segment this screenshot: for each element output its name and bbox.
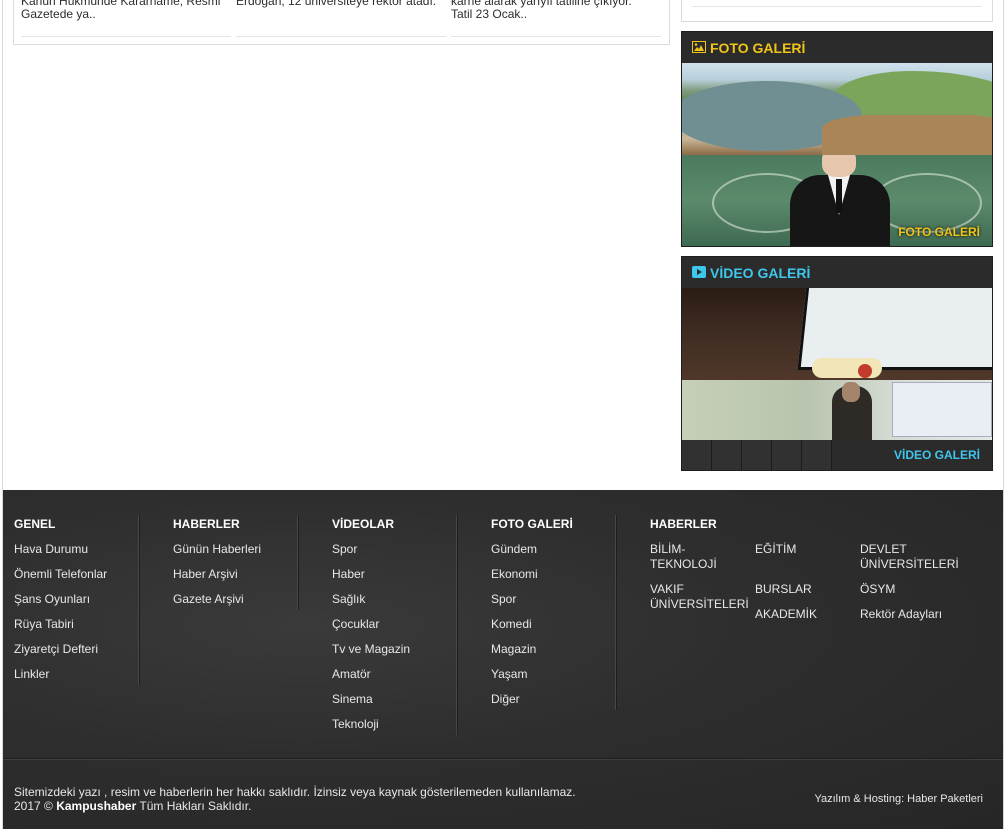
footer-category-link[interactable]: EĞİTİM (755, 542, 855, 557)
footer-link[interactable]: Günün Haberleri (173, 542, 261, 567)
news-excerpt[interactable]: Erdoğan, 12 üniversiteye rektör atadı. (236, 0, 441, 8)
footer-link[interactable]: Magazin (491, 642, 538, 667)
footer-category-link[interactable]: BİLİM-TEKNOLOJİ (650, 542, 750, 572)
video-gallery-header[interactable]: VİDEO GALERİ (682, 257, 992, 288)
image-icon (692, 40, 706, 56)
video-gallery: VİDEO GALERİ VİDEO GALERİ (681, 256, 993, 471)
video-slide-lecturer[interactable] (682, 380, 992, 440)
footer-link[interactable]: Teknoloji (332, 717, 410, 742)
play-icon (692, 265, 706, 281)
footer-divider (615, 515, 616, 710)
video-thumbnail[interactable] (712, 440, 742, 470)
photo-gallery-caption[interactable]: FOTO GALERİ (898, 225, 980, 239)
footer-column-title: HABERLER (650, 517, 717, 531)
footer-link[interactable]: Sinema (332, 692, 410, 717)
photo-slide-landscape[interactable] (682, 63, 992, 155)
footer-link[interactable]: Hava Durumu (14, 542, 107, 567)
news-item[interactable]: Kanun Hükmünde Kararname, Resmi Gazetede… (21, 0, 231, 37)
footer-link[interactable]: Spor (491, 592, 538, 617)
footer-column-title: HABERLER (173, 517, 240, 531)
footer-link[interactable]: Sağlık (332, 592, 410, 617)
footer-link[interactable]: Linkler (14, 667, 107, 692)
copyright-notice: Sitemizdeki yazı , resim ve haberlerin h… (14, 785, 576, 813)
footer-link[interactable]: Çocuklar (332, 617, 410, 642)
footer-link[interactable]: Şans Oyunları (14, 592, 107, 617)
footer-link[interactable]: Haber Arşivi (173, 567, 261, 592)
footer-category-link[interactable]: BURSLAR (755, 582, 855, 597)
video-thumbnail[interactable] (682, 440, 712, 470)
video-thumbnail[interactable] (772, 440, 802, 470)
footer-link[interactable]: Haber (332, 567, 410, 592)
news-excerpt[interactable]: karne alarak yarıyıl tatiline çıkıyor. T… (451, 0, 656, 21)
footer-link[interactable]: Gazete Arşivi (173, 592, 261, 617)
footer-divider (297, 515, 298, 610)
sidebar-box (681, 0, 993, 22)
news-strip: Kanun Hükmünde Kararname, Resmi Gazetede… (13, 0, 670, 45)
photo-gallery-header[interactable]: FOTO GALERİ (682, 32, 992, 63)
footer-column-title: VİDEOLAR (332, 517, 395, 531)
footer-divider (456, 515, 457, 735)
footer-link[interactable]: Spor (332, 542, 410, 567)
footer-link[interactable]: Tv ve Magazin (332, 642, 410, 667)
footer-link[interactable]: Diğer (491, 692, 538, 717)
footer-divider (138, 515, 139, 685)
footer-bottom-divider (3, 758, 1003, 759)
copyright-text: Sitemizdeki yazı , resim ve haberlerin h… (14, 785, 576, 799)
footer-category-link[interactable]: ÖSYM (860, 582, 960, 597)
footer-link[interactable]: Yaşam (491, 667, 538, 692)
hosting-credit-link[interactable]: Yazılım & Hosting: Haber Paketleri (814, 793, 983, 805)
footer-column-title: FOTO GALERİ (491, 517, 573, 531)
footer-column-title: GENEL (14, 517, 56, 531)
video-thumbnail[interactable] (802, 440, 832, 470)
footer-link[interactable]: Ziyaretçi Defteri (14, 642, 107, 667)
footer-category-link[interactable]: DEVLET ÜNİVERSİTELERİ (860, 542, 960, 572)
video-thumbnail[interactable] (742, 440, 772, 470)
copyright-line: 2017 © Kampushaber Tüm Hakları Saklıdır. (14, 799, 576, 813)
footer-link[interactable]: Rüya Tabiri (14, 617, 107, 642)
footer-category-link[interactable]: VAKIF ÜNİVERSİTELERİ (650, 582, 750, 612)
footer-link[interactable]: Ekonomi (491, 567, 538, 592)
footer-category-link[interactable]: AKADEMİK (755, 607, 855, 622)
video-gallery-title: VİDEO GALERİ (710, 264, 811, 281)
footer-link[interactable]: Komedi (491, 617, 538, 642)
footer-link[interactable]: Amatör (332, 667, 410, 692)
news-item[interactable]: karne alarak yarıyıl tatiline çıkıyor. T… (451, 0, 661, 37)
footer-category-link[interactable]: Rektör Adayları (860, 607, 960, 622)
photo-gallery: FOTO GALERİ FOTO GALERİ (681, 31, 993, 247)
video-gallery-caption[interactable]: VİDEO GALERİ (894, 448, 980, 462)
footer: GENEL Hava Durumu Önemli Telefonlar Şans… (3, 490, 1003, 829)
rights-text: Tüm Hakları Saklıdır. (139, 799, 252, 813)
brand-name: Kampushaber (56, 799, 137, 813)
news-excerpt[interactable]: Kanun Hükmünde Kararname, Resmi Gazetede… (21, 0, 226, 21)
news-item[interactable]: Erdoğan, 12 üniversiteye rektör atadı. (236, 0, 446, 37)
photo-gallery-title: FOTO GALERİ (710, 39, 806, 56)
footer-link[interactable]: Önemli Telefonlar (14, 567, 107, 592)
footer-link[interactable]: Gündem (491, 542, 538, 567)
copyright-year: 2017 © (14, 799, 53, 813)
video-slide-screen[interactable] (682, 288, 992, 380)
divider (692, 6, 982, 7)
